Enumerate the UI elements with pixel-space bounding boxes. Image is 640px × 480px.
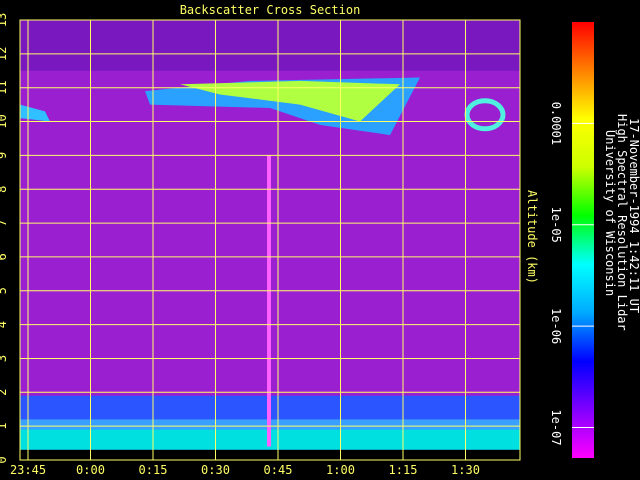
- x-tick-label: 1:00: [326, 463, 355, 477]
- x-tick-label: 0:00: [76, 463, 105, 477]
- y-tick-label: 12: [0, 47, 9, 61]
- y-tick-labels: 012345678910111213: [0, 13, 9, 464]
- caption-timestamp: 17-November-1994 1:42:11 UT: [627, 118, 640, 313]
- colorbar-tick-label: 1e-05: [549, 207, 563, 243]
- x-tick-label: 1:15: [389, 463, 418, 477]
- chart-title: Backscatter Cross Section: [180, 3, 361, 17]
- x-tick-label: 0:45: [264, 463, 293, 477]
- plot-area: [19, 19, 521, 461]
- x-tick-label: 1:30: [451, 463, 480, 477]
- y-tick-label: 8: [0, 186, 9, 193]
- y-tick-label: 7: [0, 219, 9, 226]
- colorbar-tick-label: 0.0001: [549, 102, 563, 145]
- zenith-artifact-column: [267, 155, 271, 447]
- y-tick-label: 9: [0, 152, 9, 159]
- y-tick-label: 5: [0, 287, 9, 294]
- caption-instrument: High Spectral Resolution Lidar: [615, 114, 629, 331]
- colorbar-tick-label: 1e-06: [549, 308, 563, 344]
- x-tick-label: 23:45: [10, 463, 46, 477]
- x-tick-labels: 23:45 0:00 0:15 0:30 0:45 1:00 1:15 1:30: [10, 463, 480, 477]
- colorbar: [572, 22, 594, 458]
- y-tick-label: 3: [0, 355, 9, 362]
- surface-gap: [20, 449, 520, 460]
- upper-noise-band: [20, 20, 520, 71]
- y-tick-label: 6: [0, 253, 9, 260]
- y-tick-label: 1: [0, 423, 9, 430]
- y-tick-label: 4: [0, 321, 9, 328]
- y-tick-label: 10: [0, 114, 9, 128]
- y-tick-label: 13: [0, 13, 9, 27]
- colorbar-tick-label: 1e-07: [549, 409, 563, 445]
- y-tick-label: 2: [0, 389, 9, 396]
- y-axis-label: Altitude (km): [525, 190, 539, 284]
- x-tick-label: 0:15: [139, 463, 168, 477]
- lidar-figure: Backscatter Cross Section 01234567891011…: [0, 3, 640, 477]
- y-tick-label: 0: [0, 456, 9, 463]
- caption-institution: University of Wisconsin: [603, 130, 617, 296]
- y-tick-label: 11: [0, 80, 9, 94]
- x-tick-label: 0:30: [201, 463, 230, 477]
